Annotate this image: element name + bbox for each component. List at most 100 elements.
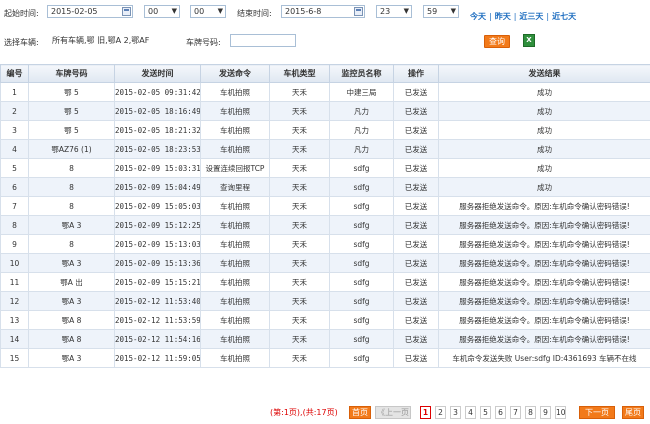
cell-plate: 鄂A 3 <box>28 253 115 273</box>
calendar-icon[interactable] <box>354 7 363 16</box>
cell-cmd: 车机拍照 <box>200 234 270 254</box>
start-minute-select[interactable]: 00 ▼ <box>190 5 226 18</box>
column-header: 发送结果 <box>438 64 650 83</box>
cell-op[interactable]: 已发送 <box>393 158 439 178</box>
cell-result: 服务器拒绝发送命令。原因:车机命令确认密码错误! <box>438 215 650 235</box>
cell-no: 4 <box>0 139 29 159</box>
column-header: 操作 <box>393 64 439 83</box>
end-date-input[interactable]: 2015-6-8 <box>281 5 365 18</box>
cell-time: 2015-02-09 15:12:25 <box>114 215 201 235</box>
cell-op[interactable]: 已发送 <box>393 310 439 330</box>
page-number-link[interactable]: 9 <box>540 406 551 419</box>
start-hour-select[interactable]: 00 ▼ <box>144 5 180 18</box>
page-number-link[interactable]: 5 <box>480 406 491 419</box>
cell-result: 成功 <box>438 139 650 159</box>
page-number-link[interactable]: 2 <box>435 406 446 419</box>
cell-op[interactable]: 已发送 <box>393 101 439 121</box>
cell-time: 2015-02-05 18:16:49 <box>114 101 201 121</box>
cell-op[interactable]: 已发送 <box>393 253 439 273</box>
next-page-button[interactable]: 下一页 <box>579 406 615 419</box>
quick-today-link[interactable]: 今天 <box>470 12 486 21</box>
cell-op[interactable]: 已发送 <box>393 234 439 254</box>
cell-no: 14 <box>0 329 29 349</box>
quick-3days-link[interactable]: 近三天 <box>519 12 543 21</box>
page-number-link[interactable]: 7 <box>510 406 521 419</box>
vehicle-select-field[interactable]: 所有车辆,鄂 旧,鄂A 2,鄂AF <box>52 34 178 48</box>
cell-no: 3 <box>0 120 29 140</box>
page-number-link[interactable]: 8 <box>525 406 536 419</box>
page-number-link[interactable]: 3 <box>450 406 461 419</box>
cell-op[interactable]: 已发送 <box>393 82 439 102</box>
command-log-table: 编号 车牌号码 发送时间 发送命令 车机类型 监控员名称 操作 发送结果 1鄂 5 2015-0… <box>0 64 650 368</box>
excel-export-icon[interactable]: X <box>523 34 535 47</box>
cell-op[interactable]: 已发送 <box>393 177 439 197</box>
cell-op[interactable]: 已发送 <box>393 272 439 292</box>
cell-no: 8 <box>0 215 29 235</box>
cell-no: 9 <box>0 234 29 254</box>
cell-op[interactable]: 已发送 <box>393 120 439 140</box>
column-header: 监控员名称 <box>329 64 394 83</box>
cell-result: 成功 <box>438 158 650 178</box>
cell-type: 天禾 <box>269 101 330 121</box>
cell-no: 2 <box>0 101 29 121</box>
table-row: 3鄂 5 2015-02-05 18:21:32 车机拍照 天禾 凡力 已发送 成功 <box>0 120 650 140</box>
cell-time: 2015-02-09 15:03:31 <box>114 158 201 178</box>
cell-cmd: 查询里程 <box>200 177 270 197</box>
cell-cmd: 车机拍照 <box>200 82 270 102</box>
filter-bar: 起始时间: 2015-02-05 00 ▼ 00 ▼ 结束时间: 2015-6-8 … <box>0 0 650 62</box>
start-minute-value: 00 <box>194 7 205 16</box>
first-page-button[interactable]: 首页 <box>349 406 371 419</box>
cell-result: 成功 <box>438 82 650 102</box>
page-number-link[interactable]: 4 <box>465 406 476 419</box>
table-row: 11 鄂A 出 2015-02-09 15:15:21 车机拍照 天禾 sdfg 已发送 服务… <box>0 272 650 292</box>
table-row: 15 鄂A 3 2015-02-12 11:59:05 车机拍照 天禾 sdfg 已发送 车机… <box>0 348 650 368</box>
cell-op[interactable]: 已发送 <box>393 196 439 216</box>
cell-user: sdfg <box>329 177 394 197</box>
quick-yesterday-link[interactable]: 昨天 <box>495 12 511 21</box>
start-date-input[interactable]: 2015-02-05 <box>47 5 133 18</box>
cell-plate: 鄂 5 <box>28 120 115 140</box>
calendar-icon[interactable] <box>122 7 131 16</box>
cell-user: sdfg <box>329 329 394 349</box>
last-page-button[interactable]: 尾页 <box>622 406 644 419</box>
cell-result: 成功 <box>438 101 650 121</box>
cell-cmd: 车机拍照 <box>200 348 270 368</box>
cell-user: 凡力 <box>329 120 394 140</box>
prev-page-button[interactable]: 《上一页 <box>375 406 411 419</box>
cell-type: 天禾 <box>269 310 330 330</box>
cell-no: 15 <box>0 348 29 368</box>
cell-type: 天禾 <box>269 158 330 178</box>
plate-input[interactable] <box>230 34 296 47</box>
page-number-link[interactable]: 10 <box>555 406 566 419</box>
page-number-link[interactable]: 6 <box>495 406 506 419</box>
cell-op[interactable]: 已发送 <box>393 215 439 235</box>
chevron-down-icon: ▼ <box>403 7 409 15</box>
cell-user: sdfg <box>329 234 394 254</box>
cell-plate: 8 <box>28 158 115 178</box>
cell-no: 6 <box>0 177 29 197</box>
quick-range-links: 今天 | 昨天 | 近三天 | 近七天 <box>470 12 577 21</box>
cell-op[interactable]: 已发送 <box>393 329 439 349</box>
cell-op[interactable]: 已发送 <box>393 139 439 159</box>
plate-label: 车牌号码: <box>186 38 221 47</box>
cell-type: 天禾 <box>269 196 330 216</box>
cell-op[interactable]: 已发送 <box>393 348 439 368</box>
chevron-down-icon: ▼ <box>171 7 177 15</box>
table-row: 14 鄂A 8 2015-02-12 11:54:16 车机拍照 天禾 sdfg 已发送 服务… <box>0 329 650 349</box>
chevron-down-icon: ▼ <box>450 7 456 15</box>
table-row: 4 鄂AZ76 (1) 2015-02-05 18:23:53 车机拍照 天禾 凡力 已发送… <box>0 139 650 159</box>
end-minute-select[interactable]: 59 ▼ <box>423 5 459 18</box>
cell-user: sdfg <box>329 196 394 216</box>
cell-op[interactable]: 已发送 <box>393 291 439 311</box>
cell-cmd: 车机拍照 <box>200 101 270 121</box>
cell-result: 服务器拒绝发送命令。原因:车机命令确认密码错误! <box>438 329 650 349</box>
cell-cmd: 车机拍照 <box>200 329 270 349</box>
table-row: 8 鄂A 3 2015-02-09 15:12:25 车机拍照 天禾 sdfg 已发送 服务器… <box>0 215 650 235</box>
start-time-label: 起始时间: <box>4 9 39 18</box>
query-button[interactable]: 查询 <box>484 35 510 48</box>
cell-type: 天禾 <box>269 272 330 292</box>
quick-7days-link[interactable]: 近七天 <box>552 12 576 21</box>
page-number-link[interactable]: 1 <box>420 406 431 419</box>
cell-no: 1 <box>0 82 29 102</box>
end-hour-select[interactable]: 23 ▼ <box>376 5 412 18</box>
